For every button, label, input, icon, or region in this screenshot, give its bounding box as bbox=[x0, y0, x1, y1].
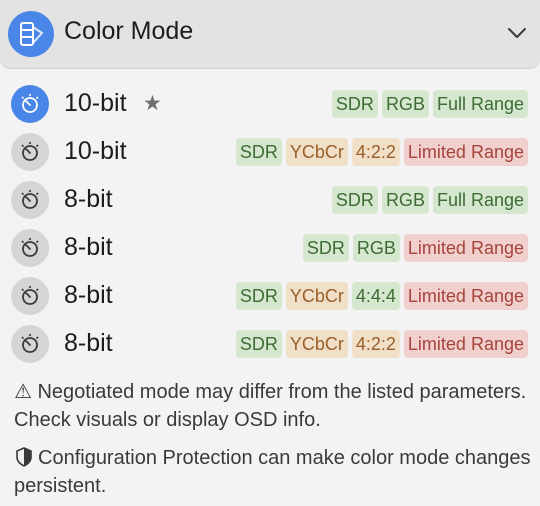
mode-tag: Limited Range bbox=[403, 234, 528, 262]
mode-tag: RGB bbox=[352, 234, 400, 262]
gauge-icon bbox=[11, 325, 49, 363]
mode-tag: RGB bbox=[381, 186, 429, 214]
mode-tags: SDR YCbCr 4:4:4 Limited Range bbox=[235, 282, 528, 310]
mode-tag: SDR bbox=[302, 234, 349, 262]
mode-row[interactable]: 10-bit ★ SDR RGB Full Range bbox=[0, 80, 540, 128]
mode-tag: SDR bbox=[235, 330, 282, 358]
mode-label: 8-bit bbox=[64, 185, 113, 213]
mode-label: 8-bit bbox=[64, 281, 113, 309]
mode-row[interactable]: 8-bit SDR RGB Limited Range bbox=[0, 224, 540, 272]
mode-tag: Limited Range bbox=[403, 138, 528, 166]
gauge-icon bbox=[11, 229, 49, 267]
mode-row[interactable]: 8-bit SDR YCbCr 4:4:4 Limited Range bbox=[0, 272, 540, 320]
mode-label: 8-bit bbox=[64, 233, 113, 261]
mode-tag: Full Range bbox=[432, 90, 528, 118]
mode-tag: Full Range bbox=[432, 186, 528, 214]
mode-label: 10-bit bbox=[64, 137, 127, 165]
mode-tags: SDR RGB Full Range bbox=[331, 90, 528, 118]
color-mode-panel: Color Mode 10-bit ★ SDR RGB Full Range 10-bit… bbox=[0, 0, 540, 506]
mode-label: 8-bit bbox=[64, 329, 113, 357]
mode-tag: SDR bbox=[331, 90, 378, 118]
mode-label: 10-bit bbox=[64, 89, 127, 117]
display-color-icon bbox=[8, 11, 54, 57]
mode-tag: SDR bbox=[331, 186, 378, 214]
mode-tag: YCbCr bbox=[285, 330, 348, 358]
mode-row[interactable]: 10-bit SDR YCbCr 4:2:2 Limited Range bbox=[0, 128, 540, 176]
gauge-icon bbox=[11, 85, 49, 123]
shield-icon bbox=[16, 447, 32, 467]
chevron-down-icon[interactable] bbox=[506, 22, 528, 44]
mode-tag: 4:2:2 bbox=[351, 330, 400, 358]
mode-tags: SDR RGB Full Range bbox=[331, 186, 528, 214]
mode-tag: 4:4:4 bbox=[351, 282, 400, 310]
warning-note: ⚠ Negotiated mode may differ from the li… bbox=[14, 378, 534, 434]
protection-note: Configuration Protection can make color … bbox=[14, 444, 534, 500]
protection-text: Configuration Protection can make color … bbox=[14, 447, 531, 497]
mode-tags: SDR YCbCr 4:2:2 Limited Range bbox=[235, 330, 528, 358]
mode-tag: YCbCr bbox=[285, 282, 348, 310]
mode-tag: SDR bbox=[235, 138, 282, 166]
mode-tag: Limited Range bbox=[403, 330, 528, 358]
mode-tag: Limited Range bbox=[403, 282, 528, 310]
mode-tags: SDR YCbCr 4:2:2 Limited Range bbox=[235, 138, 528, 166]
mode-tag: SDR bbox=[235, 282, 282, 310]
gauge-icon bbox=[11, 277, 49, 315]
page-title: Color Mode bbox=[64, 17, 194, 45]
color-mode-header[interactable]: Color Mode bbox=[0, 0, 540, 69]
mode-row[interactable]: 8-bit SDR RGB Full Range bbox=[0, 176, 540, 224]
warning-text: ⚠ Negotiated mode may differ from the li… bbox=[14, 381, 527, 431]
mode-tags: SDR RGB Limited Range bbox=[302, 234, 528, 262]
gauge-icon bbox=[11, 133, 49, 171]
mode-tag: RGB bbox=[381, 90, 429, 118]
mode-tag: YCbCr bbox=[285, 138, 348, 166]
star-icon: ★ bbox=[143, 92, 162, 115]
mode-tag: 4:2:2 bbox=[351, 138, 400, 166]
gauge-icon bbox=[11, 181, 49, 219]
mode-row[interactable]: 8-bit SDR YCbCr 4:2:2 Limited Range bbox=[0, 320, 540, 368]
